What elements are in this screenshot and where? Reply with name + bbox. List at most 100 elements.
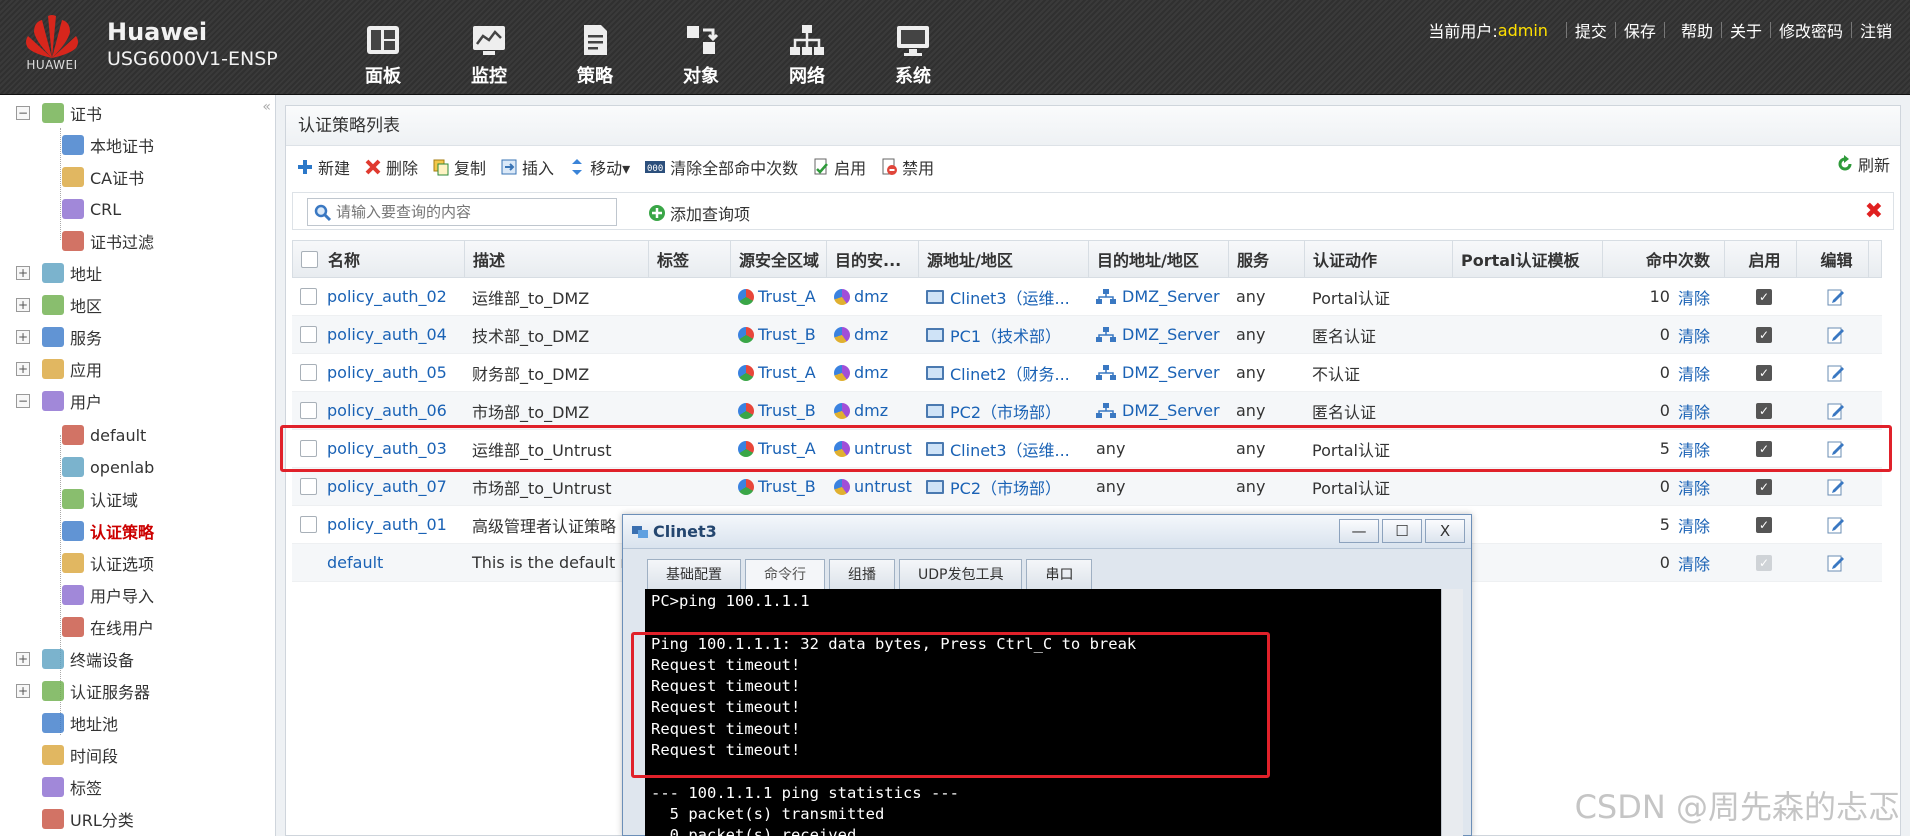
policy-name-link[interactable]: policy_auth_02 xyxy=(327,287,447,306)
clear-hits-link[interactable]: 清除 xyxy=(1678,437,1710,461)
column-header[interactable]: 服务 xyxy=(1229,241,1305,277)
sidebar-item[interactable]: 认证策略 xyxy=(62,516,154,546)
source-zone-link[interactable]: Trust_B xyxy=(758,325,816,344)
table-row[interactable]: policy_auth_06 市场部_to_DMZ Trust_B dmz PC2（市场… xyxy=(292,392,1882,430)
policy-name-link[interactable]: policy_auth_05 xyxy=(327,363,447,382)
maximize-button[interactable]: ☐ xyxy=(1382,519,1422,543)
sidebar-item[interactable]: URL分类 xyxy=(16,804,134,834)
source-zone-link[interactable]: Trust_B xyxy=(758,477,816,496)
edit-icon[interactable] xyxy=(1826,553,1846,573)
sidebar-item[interactable]: 标签 xyxy=(16,772,102,802)
sidebar-item[interactable]: 在线用户 xyxy=(62,612,154,642)
row-checkbox[interactable] xyxy=(300,364,317,381)
source-address-link[interactable]: Clinet3（运维... xyxy=(950,285,1070,309)
column-header[interactable]: 源地址/地区 xyxy=(919,241,1089,277)
source-zone-link[interactable]: Trust_A xyxy=(758,439,816,458)
column-header[interactable]: 命中次数 xyxy=(1603,241,1725,277)
column-header[interactable]: 认证动作 xyxy=(1305,241,1453,277)
sidebar-item[interactable]: + 终端设备 xyxy=(16,644,134,674)
edit-icon[interactable] xyxy=(1826,439,1846,459)
policy-name-link[interactable]: policy_auth_04 xyxy=(327,325,447,344)
refresh-button[interactable]: 刷新 xyxy=(1836,152,1890,176)
terminal-scrollbar[interactable] xyxy=(1441,589,1463,836)
select-all-checkbox[interactable] xyxy=(301,250,318,268)
collapse-icon[interactable]: − xyxy=(16,394,30,408)
sidebar-item[interactable]: 时间段 xyxy=(16,740,118,770)
column-header[interactable]: 源安全区域 xyxy=(731,241,827,277)
sidebar-item[interactable]: 认证域 xyxy=(62,484,138,514)
edit-icon[interactable] xyxy=(1826,515,1846,535)
column-header[interactable]: 目的安... xyxy=(827,241,919,277)
destination-address-link[interactable]: DMZ_Server xyxy=(1122,287,1220,306)
enable-checkbox[interactable]: ✓ xyxy=(1756,478,1772,495)
nav-dashboard[interactable]: 面板 xyxy=(330,22,436,88)
sidebar-item[interactable]: + 认证服务器 xyxy=(16,676,150,706)
minimize-button[interactable]: — xyxy=(1339,519,1379,543)
copy-button[interactable]: 复制 xyxy=(432,155,486,179)
save-link[interactable]: 保存 xyxy=(1624,18,1656,42)
source-zone-link[interactable]: Trust_B xyxy=(758,401,816,420)
help-link[interactable]: 帮助 xyxy=(1681,18,1713,42)
edit-icon[interactable] xyxy=(1826,325,1846,345)
logout-link[interactable]: 注销 xyxy=(1860,18,1892,42)
sidebar-item[interactable]: + 服务 xyxy=(16,322,102,352)
policy-name-link[interactable]: policy_auth_03 xyxy=(327,439,447,458)
policy-name-link[interactable]: default xyxy=(327,553,383,572)
expand-icon[interactable]: + xyxy=(16,330,30,344)
destination-address-link[interactable]: DMZ_Server xyxy=(1122,401,1220,420)
enable-button[interactable]: 启用 xyxy=(812,155,866,179)
search-input[interactable] xyxy=(307,198,617,226)
dialog-tab[interactable]: 串口 xyxy=(1026,559,1093,589)
table-row[interactable]: policy_auth_03 运维部_to_Untrust Trust_A untru… xyxy=(292,430,1882,468)
row-checkbox[interactable] xyxy=(300,478,317,495)
table-row[interactable]: policy_auth_04 技术部_to_DMZ Trust_B dmz PC1（技术… xyxy=(292,316,1882,354)
column-header[interactable]: 启用 xyxy=(1725,241,1797,277)
row-checkbox[interactable] xyxy=(300,440,317,457)
disable-button[interactable]: 禁用 xyxy=(880,155,934,179)
clear-hits-link[interactable]: 清除 xyxy=(1678,475,1710,499)
policy-name-link[interactable]: policy_auth_07 xyxy=(327,477,447,496)
nav-system[interactable]: 系统 xyxy=(860,22,966,88)
nav-monitor[interactable]: 监控 xyxy=(436,22,542,88)
clear-hits-link[interactable]: 清除 xyxy=(1678,513,1710,537)
edit-icon[interactable] xyxy=(1826,477,1846,497)
collapse-icon[interactable]: − xyxy=(16,106,30,120)
column-header[interactable]: Portal认证模板 xyxy=(1453,241,1603,277)
enable-checkbox[interactable]: ✓ xyxy=(1756,364,1772,381)
collapse-sidebar-icon[interactable]: « xyxy=(262,99,271,115)
sidebar-item[interactable]: 认证选项 xyxy=(62,548,154,578)
sidebar-item[interactable]: 本地证书 xyxy=(62,130,154,160)
sidebar-item[interactable]: CA证书 xyxy=(62,162,144,192)
sidebar-item[interactable]: − 用户 xyxy=(16,386,102,416)
destination-zone-link[interactable]: dmz xyxy=(854,325,888,344)
enable-checkbox[interactable]: ✓ xyxy=(1756,402,1772,419)
sidebar-item[interactable]: + 地区 xyxy=(16,290,102,320)
dialog-tab[interactable]: 命令行 xyxy=(745,559,825,589)
clear-hits-link[interactable]: 清除 xyxy=(1678,285,1710,309)
insert-button[interactable]: 插入 xyxy=(500,155,554,179)
sidebar-item[interactable]: + 地址 xyxy=(16,258,102,288)
expand-icon[interactable]: + xyxy=(16,298,30,312)
enable-checkbox[interactable]: ✓ xyxy=(1756,516,1772,533)
expand-icon[interactable]: + xyxy=(16,652,30,666)
delete-button[interactable]: 删除 xyxy=(364,155,418,179)
sidebar-item[interactable]: − 证书 xyxy=(16,98,102,128)
sidebar-item[interactable]: + 应用 xyxy=(16,354,102,384)
policy-name-link[interactable]: policy_auth_06 xyxy=(327,401,447,420)
source-address-link[interactable]: Clinet2（财务... xyxy=(950,361,1070,385)
source-address-link[interactable]: Clinet3（运维... xyxy=(950,437,1070,461)
change-password-link[interactable]: 修改密码 xyxy=(1779,18,1843,42)
sidebar-item[interactable]: default xyxy=(62,420,146,450)
table-row[interactable]: policy_auth_05 财务部_to_DMZ Trust_A dmz Clinet… xyxy=(292,354,1882,392)
about-link[interactable]: 关于 xyxy=(1730,18,1762,42)
enable-checkbox[interactable]: ✓ xyxy=(1756,288,1772,305)
sidebar-item[interactable]: 地址池 xyxy=(16,708,118,738)
destination-zone-link[interactable]: dmz xyxy=(854,287,888,306)
nav-network[interactable]: 网络 xyxy=(754,22,860,88)
destination-zone-link[interactable]: dmz xyxy=(854,401,888,420)
new-button[interactable]: 新建 xyxy=(296,155,350,179)
column-header[interactable]: 标签 xyxy=(649,241,731,277)
dialog-tab[interactable]: UDP发包工具 xyxy=(899,559,1023,589)
sidebar-item[interactable]: CRL xyxy=(62,194,121,224)
destination-address-link[interactable]: DMZ_Server xyxy=(1122,363,1220,382)
